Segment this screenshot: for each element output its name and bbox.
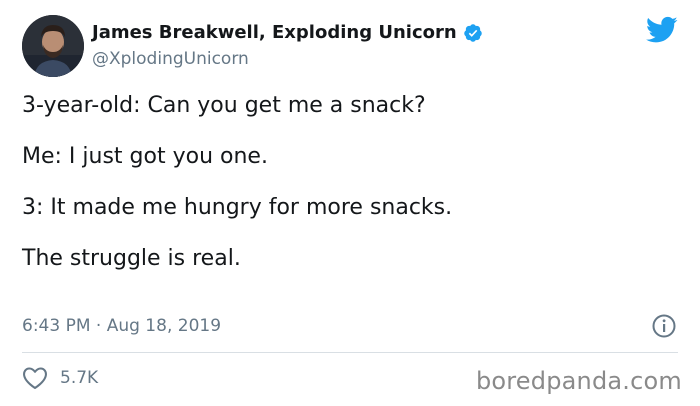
- tweet-line: 3-year-old: Can you get me a snack?: [22, 93, 426, 118]
- display-name-row: James Breakwell, Exploding Unicorn: [92, 22, 483, 44]
- tweet-line: Me: I just got you one.: [22, 144, 268, 169]
- tweet-text: 3-year-old: Can you get me a snack? Me: …: [22, 92, 682, 296]
- like-count: 5.7K: [60, 368, 99, 388]
- author-names: James Breakwell, Exploding Unicorn @Xplo…: [92, 22, 483, 69]
- tweet-line: The struggle is real.: [22, 246, 241, 271]
- heart-icon[interactable]: [22, 366, 48, 390]
- like-action[interactable]: 5.7K: [22, 366, 98, 390]
- tweet-timestamp[interactable]: 6:43 PM · Aug 18, 2019: [22, 315, 221, 337]
- twitter-bird-icon[interactable]: [646, 16, 678, 44]
- info-icon[interactable]: [651, 313, 677, 339]
- avatar[interactable]: [22, 15, 84, 77]
- handle[interactable]: @XplodingUnicorn: [92, 49, 483, 69]
- avatar-photo: [22, 15, 84, 77]
- watermark: boredpanda.com: [475, 367, 682, 395]
- display-name[interactable]: James Breakwell, Exploding Unicorn: [92, 22, 457, 44]
- verified-badge-icon: [463, 24, 482, 42]
- tweet-line: 3: It made me hungry for more snacks.: [22, 195, 453, 220]
- divider: [22, 352, 678, 353]
